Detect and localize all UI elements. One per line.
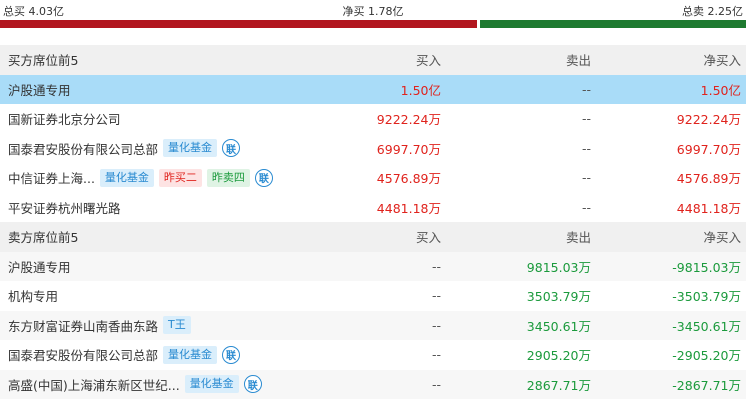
buy-amount: 4481.18万: [376, 200, 441, 216]
seat-name[interactable]: 东方财富证券山南香曲东路: [8, 316, 158, 335]
net-amount: 4576.89万: [676, 171, 741, 187]
seat-name[interactable]: 高盛(中国)上海浦东新区世纪...: [8, 375, 180, 394]
column-header-seat: 卖方席位前5: [8, 230, 79, 246]
net-buy-label: 净买 1.78亿: [342, 5, 404, 18]
summary-panel: 总买 4.03亿 净买 1.78亿 总卖 2.25亿: [0, 0, 746, 30]
net-amount: 6997.70万: [676, 141, 741, 157]
net-amount: -2867.71万: [672, 377, 741, 393]
sell-amount: --: [581, 81, 591, 97]
seat-tag[interactable]: 量化基金: [163, 345, 218, 364]
sell-amount: 2905.20万: [526, 348, 591, 364]
seat-tag[interactable]: 昨卖四: [206, 168, 250, 187]
column-header-buy: 买入: [415, 230, 441, 246]
column-header-sell: 卖出: [565, 230, 591, 246]
net-amount: -2905.20万: [672, 348, 741, 364]
net-amount: 4481.18万: [676, 200, 741, 216]
sell-amount: 9815.03万: [526, 259, 591, 275]
buy-amount: --: [431, 258, 441, 274]
net-amount: 1.50亿: [700, 82, 741, 98]
linked-seat-icon[interactable]: 联: [222, 345, 241, 364]
seat-name-cell: 中信证券上海... 量化基金 昨买二 昨卖四联: [8, 163, 273, 193]
buy-amount: --: [431, 347, 441, 363]
seat-row[interactable]: 沪股通专用 1.50亿 -- 1.50亿: [0, 74, 746, 105]
seat-name[interactable]: 国泰君安股份有限公司总部: [8, 345, 158, 364]
sell-amount: 2867.71万: [526, 377, 591, 393]
net-amount: -3450.61万: [672, 318, 741, 334]
linked-seat-icon[interactable]: 联: [254, 168, 273, 187]
seat-row[interactable]: 沪股通专用 -- 9815.03万 -9815.03万: [0, 251, 746, 282]
sell-amount: --: [581, 199, 591, 215]
sell-amount: --: [581, 140, 591, 156]
seat-name-cell: 沪股通专用: [8, 75, 71, 105]
seat-row[interactable]: 国新证券北京分公司 9222.24万 -- 9222.24万: [0, 104, 746, 134]
total-sell-label: 总卖 2.25亿: [682, 5, 743, 18]
linked-seat-icon[interactable]: 联: [222, 139, 241, 158]
buy-amount: 6997.70万: [376, 141, 441, 157]
seat-name-cell: 高盛(中国)上海浦东新区世纪... 量化基金联: [8, 370, 262, 400]
sell-amount: --: [581, 111, 591, 127]
net-amount: -3503.79万: [672, 289, 741, 305]
buy-amount: 4576.89万: [376, 171, 441, 187]
seat-row[interactable]: 国泰君安股份有限公司总部 量化基金联 6997.70万 -- 6997.70万: [0, 134, 746, 164]
seat-name[interactable]: 中信证券上海...: [8, 168, 95, 187]
seat-row[interactable]: 东方财富证券山南香曲东路 T王 -- 3450.61万 -3450.61万: [0, 310, 746, 341]
seat-tag[interactable]: T王: [163, 316, 191, 335]
column-header-sell: 卖出: [565, 53, 591, 69]
seat-row[interactable]: 中信证券上海... 量化基金 昨买二 昨卖四联 4576.89万 -- 4576.89万: [0, 163, 746, 193]
net-amount: 9222.24万: [676, 112, 741, 128]
seat-name-cell: 国泰君安股份有限公司总部 量化基金联: [8, 340, 241, 370]
net-amount: -9815.03万: [672, 259, 741, 275]
seat-table: 买方席位前5 买入 卖出 净买入 沪股通专用 1.50亿 -- 1.50亿 国新证券北京分公司 9…: [0, 45, 746, 399]
column-header-seat: 买方席位前5: [8, 53, 79, 69]
buy-amount: 9222.24万: [376, 112, 441, 128]
buy-amount: --: [431, 376, 441, 392]
seat-name-cell: 国新证券北京分公司: [8, 104, 121, 134]
seat-row[interactable]: 平安证券杭州曙光路 4481.18万 -- 4481.18万: [0, 193, 746, 223]
seat-tag[interactable]: 量化基金: [99, 168, 154, 187]
buy-amount: 1.50亿: [400, 82, 441, 98]
seat-tag[interactable]: 量化基金: [163, 139, 218, 158]
seat-name-cell: 沪股通专用: [8, 252, 71, 282]
seat-row[interactable]: 高盛(中国)上海浦东新区世纪... 量化基金联 -- 2867.71万 -2867.71…: [0, 369, 746, 400]
seat-row[interactable]: 国泰君安股份有限公司总部 量化基金联 -- 2905.20万 -2905.20万: [0, 340, 746, 370]
buy-amount: --: [431, 288, 441, 304]
ratio-bar-sell-segment: [480, 20, 746, 28]
ratio-bar-buy-segment: [0, 20, 477, 28]
column-header-net: 净买入: [703, 53, 741, 69]
seat-name-cell: 机构专用: [8, 281, 58, 311]
linked-seat-icon[interactable]: 联: [243, 375, 262, 394]
seat-row[interactable]: 机构专用 -- 3503.79万 -3503.79万: [0, 281, 746, 311]
seat-name[interactable]: 机构专用: [8, 286, 58, 305]
sell-amount: 3450.61万: [526, 318, 591, 334]
buy-seats-header: 买方席位前5 买入 卖出 净买入: [0, 45, 746, 75]
buy-sell-ratio-bar: [0, 20, 746, 28]
seat-name[interactable]: 国新证券北京分公司: [8, 109, 121, 128]
seat-name-cell: 东方财富证券山南香曲东路 T王: [8, 311, 191, 341]
seat-name-cell: 平安证券杭州曙光路: [8, 193, 121, 223]
seat-tag[interactable]: 量化基金: [184, 375, 239, 394]
sell-amount: 3503.79万: [526, 289, 591, 305]
buy-amount: --: [431, 317, 441, 333]
sell-amount: --: [581, 170, 591, 186]
column-header-buy: 买入: [415, 53, 441, 69]
seat-name[interactable]: 沪股通专用: [8, 257, 71, 276]
seat-name[interactable]: 沪股通专用: [8, 80, 71, 99]
seat-tag[interactable]: 昨买二: [158, 168, 202, 187]
seat-name-cell: 国泰君安股份有限公司总部 量化基金联: [8, 134, 241, 164]
sell-seats-header: 卖方席位前5 买入 卖出 净买入: [0, 222, 746, 252]
column-header-net: 净买入: [703, 230, 741, 246]
seat-name[interactable]: 国泰君安股份有限公司总部: [8, 139, 158, 158]
seat-name[interactable]: 平安证券杭州曙光路: [8, 198, 121, 217]
